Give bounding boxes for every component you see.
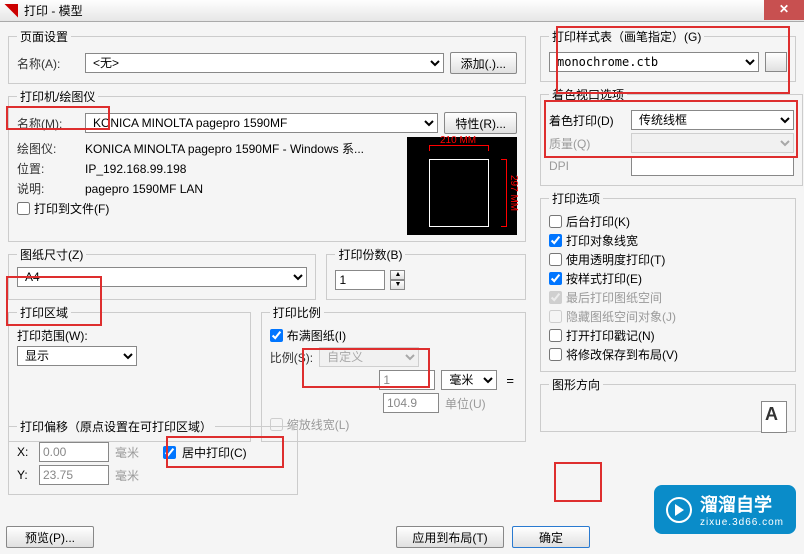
orientation-preview-icon: A <box>761 401 787 433</box>
opt-hide-paperspace-checkbox <box>549 310 562 323</box>
opt-lineweights-label: 打印对象线宽 <box>566 232 638 249</box>
titlebar: 打印 - 模型 ✕ <box>0 0 804 22</box>
printer-legend: 打印机/绘图仪 <box>17 88 98 105</box>
print-to-file-checkbox[interactable] <box>17 202 30 215</box>
edit-plot-style-button[interactable] <box>765 52 787 72</box>
play-icon <box>666 497 692 523</box>
scale-denominator-input <box>383 393 439 413</box>
ok-button[interactable]: 确定 <box>512 526 590 548</box>
plot-options-group: 打印选项 后台打印(K) 打印对象线宽 使用透明度打印(T) 按样式打印(E) … <box>540 190 796 372</box>
scale-label: 比例(S): <box>270 349 313 366</box>
copies-legend: 打印份数(B) <box>335 246 405 263</box>
orientation-group: 图形方向 A <box>540 376 796 432</box>
opt-background-checkbox[interactable] <box>549 215 562 228</box>
copies-spinner[interactable]: ▲▼ <box>390 270 405 290</box>
paper-size-group: 图纸尺寸(Z) A4 <box>8 246 316 300</box>
app-logo-icon <box>4 4 18 18</box>
paper-size-legend: 图纸尺寸(Z) <box>17 246 86 263</box>
fit-to-paper-checkbox[interactable] <box>270 329 283 342</box>
paper-size-select[interactable]: A4 <box>17 267 307 287</box>
close-button[interactable]: ✕ <box>764 0 804 20</box>
plot-style-select[interactable]: monochrome.ctb <box>549 52 759 72</box>
offset-y-unit: 毫米 <box>115 467 139 484</box>
offset-x-input <box>39 442 109 462</box>
opt-plotstyles-label: 按样式打印(E) <box>566 270 642 287</box>
center-plot-label: 居中打印(C) <box>182 444 247 461</box>
scale-unit-label: 单位(U) <box>445 395 517 412</box>
window-title: 打印 - 模型 <box>24 2 83 19</box>
description-label: 说明: <box>17 180 79 197</box>
opt-hide-paperspace-label: 隐藏图纸空间对象(J) <box>566 308 676 325</box>
print-to-file-label: 打印到文件(F) <box>34 200 109 217</box>
quality-select <box>631 133 794 153</box>
plot-offset-legend: 打印偏移（原点设置在可打印区域） <box>17 418 215 435</box>
dialog-body: 页面设置 名称(A): <无> 添加(.)... 打印机/绘图仪 名称(M): … <box>0 22 804 554</box>
preview-width-label: 210 MM <box>440 135 476 146</box>
fit-to-paper-label: 布满图纸(I) <box>287 327 346 344</box>
opt-paperspace-last-label: 最后打印图纸空间 <box>566 289 662 306</box>
plot-scale-group: 打印比例 布满图纸(I) 比例(S): 自定义 毫米 = <box>261 304 526 442</box>
preview-height-label: 297 MM <box>508 175 519 211</box>
printer-name-label: 名称(M): <box>17 115 79 132</box>
paper-preview: 210 MM 297 MM <box>407 137 517 235</box>
plot-style-group: 打印样式表（画笔指定）(G) monochrome.ctb <box>540 28 796 82</box>
opt-save-changes-checkbox[interactable] <box>549 348 562 361</box>
equals-icon: = <box>506 373 514 388</box>
dpi-label: DPI <box>549 159 625 173</box>
copies-input[interactable] <box>335 270 385 290</box>
offset-x-label: X: <box>17 445 33 459</box>
plot-style-legend: 打印样式表（画笔指定）(G) <box>549 28 704 45</box>
printer-group: 打印机/绘图仪 名称(M): KONICA MINOLTA pagepro 15… <box>8 88 526 242</box>
quality-label: 质量(Q) <box>549 135 625 152</box>
plot-range-label: 打印范围(W): <box>17 327 242 344</box>
shade-plot-select[interactable]: 传统线框 <box>631 110 794 130</box>
shade-plot-label: 着色打印(D) <box>549 112 625 129</box>
opt-transparency-label: 使用透明度打印(T) <box>566 251 665 268</box>
description-value: pagepro 1590MF LAN <box>85 182 203 196</box>
opt-plotstyles-checkbox[interactable] <box>549 272 562 285</box>
watermark: 溜溜自学 zixue.3d66.com <box>654 485 796 534</box>
center-plot-checkbox[interactable] <box>163 446 176 459</box>
orientation-legend: 图形方向 <box>549 376 603 393</box>
watermark-brand: 溜溜自学 <box>700 491 784 517</box>
page-name-select[interactable]: <无> <box>85 53 444 73</box>
location-value: IP_192.168.99.198 <box>85 162 186 176</box>
offset-y-label: Y: <box>17 468 33 482</box>
plot-range-select[interactable]: 显示 <box>17 346 137 366</box>
opt-background-label: 后台打印(K) <box>566 213 630 230</box>
scale-select: 自定义 <box>319 347 419 367</box>
opt-lineweights-checkbox[interactable] <box>549 234 562 247</box>
location-label: 位置: <box>17 160 79 177</box>
page-setup-legend: 页面设置 <box>17 28 71 45</box>
opt-transparency-checkbox[interactable] <box>549 253 562 266</box>
page-setup-group: 页面设置 名称(A): <无> 添加(.)... <box>8 28 526 84</box>
offset-x-unit: 毫米 <box>115 444 139 461</box>
plot-offset-group: 打印偏移（原点设置在可打印区域） X: 毫米 居中打印(C) Y: 毫米 <box>8 418 298 495</box>
apply-to-layout-button[interactable]: 应用到布局(T) <box>396 526 504 548</box>
watermark-url: zixue.3d66.com <box>700 517 784 528</box>
preview-button[interactable]: 预览(P)... <box>6 526 94 548</box>
add-page-setup-button[interactable]: 添加(.)... <box>450 52 517 74</box>
plot-options-legend: 打印选项 <box>549 190 603 207</box>
copies-group: 打印份数(B) ▲▼ <box>326 246 526 300</box>
printer-name-select[interactable]: KONICA MINOLTA pagepro 1590MF <box>85 113 438 133</box>
opt-plot-stamp-checkbox[interactable] <box>549 329 562 342</box>
page-name-label: 名称(A): <box>17 55 79 72</box>
scale-unit-select[interactable]: 毫米 <box>441 370 497 390</box>
plotter-label: 绘图仪: <box>17 140 79 157</box>
opt-plot-stamp-label: 打开打印戳记(N) <box>566 327 655 344</box>
plot-area-legend: 打印区域 <box>17 304 71 321</box>
offset-y-input <box>39 465 109 485</box>
dpi-input <box>631 156 794 176</box>
plot-scale-legend: 打印比例 <box>270 304 324 321</box>
opt-save-changes-label: 将修改保存到布局(V) <box>566 346 678 363</box>
scale-numerator-input <box>379 370 435 390</box>
opt-paperspace-last-checkbox <box>549 291 562 304</box>
shaded-viewport-group: 着色视口选项 着色打印(D) 传统线框 质量(Q) DPI <box>540 86 803 186</box>
shaded-viewport-legend: 着色视口选项 <box>549 86 627 103</box>
printer-properties-button[interactable]: 特性(R)... <box>444 112 517 134</box>
plotter-value: KONICA MINOLTA pagepro 1590MF - Windows … <box>85 140 364 157</box>
